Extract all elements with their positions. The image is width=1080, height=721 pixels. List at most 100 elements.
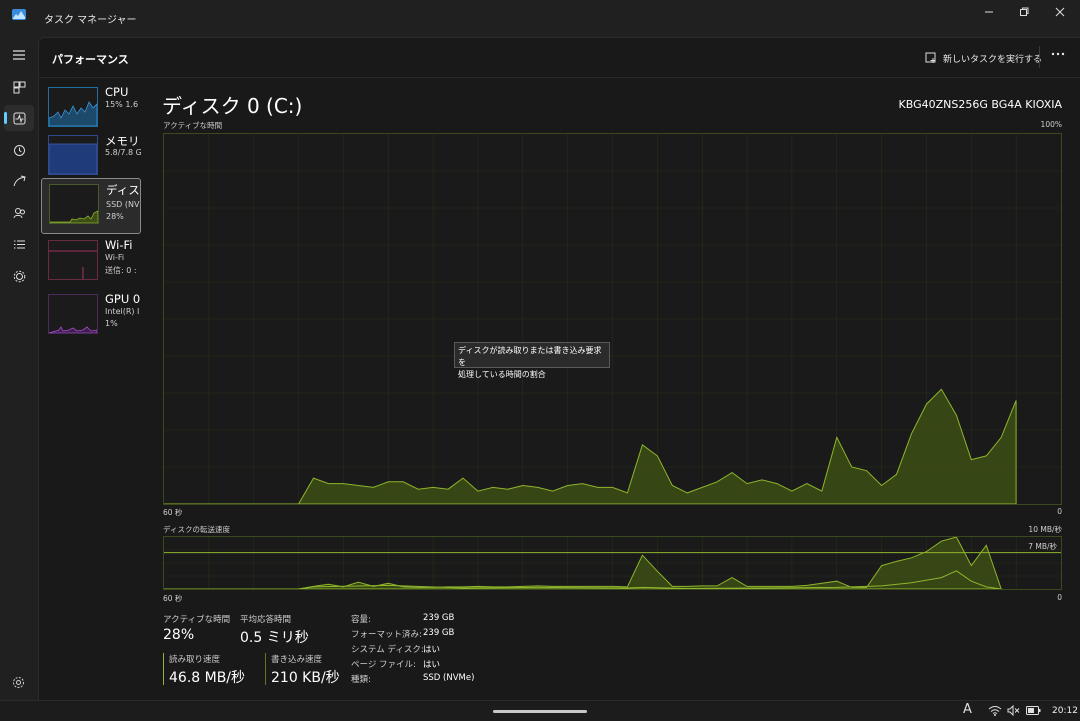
ime-indicator[interactable]: A <box>963 702 972 717</box>
device-detail: SSD (NV <box>106 200 140 209</box>
page-file-label: ページ ファイル: <box>351 660 416 670</box>
device-name: メモリ <box>105 134 140 148</box>
restore-icon <box>1020 7 1029 16</box>
device-usage: 28% <box>106 212 124 221</box>
response-time-label: 平均応答時間 <box>240 615 292 625</box>
more-icon <box>1051 52 1065 56</box>
menu-button[interactable] <box>4 42 34 68</box>
tooltip: ディスクが読み取りまたは書き込み要求を 処理している時間の割合 <box>454 342 610 379</box>
active-time-stat-label: アクティブな時間 <box>163 615 231 625</box>
device-detail: Wi-Fi <box>105 253 125 262</box>
gear-icon[interactable] <box>12 676 25 689</box>
nav-services[interactable] <box>4 263 34 289</box>
more-options-button[interactable] <box>1051 47 1065 65</box>
transfer-chart-label: ディスクの転送速度 <box>163 525 230 534</box>
navigation-rail <box>0 37 38 700</box>
device-detail: 5.8/7.8 G <box>105 148 141 157</box>
title-bar: タスク マネージャー <box>0 0 1080 37</box>
home-indicator[interactable] <box>493 710 587 713</box>
processes-icon <box>13 81 25 93</box>
window-title: タスク マネージャー <box>44 15 137 26</box>
device-usage: 送信: 0 : <box>105 266 137 275</box>
wifi-icon[interactable] <box>988 705 1002 716</box>
write-speed-label: 書き込み速度 <box>271 655 323 665</box>
transfer-x-left: 60 秒 <box>163 594 183 603</box>
read-speed-label: 読み取り速度 <box>169 655 221 665</box>
startup-icon <box>13 175 26 186</box>
active-time-chart <box>163 133 1062 505</box>
device-name: Wi-Fi <box>105 238 133 252</box>
battery-icon[interactable] <box>1026 706 1041 715</box>
device-disk[interactable]: ディスク SSD (NV 28% <box>41 178 141 234</box>
device-detail: 15% 1.6 <box>105 100 139 109</box>
transfer-max-label: 10 MB/秒 <box>1028 525 1062 534</box>
main-panel: パフォーマンス 新しいタスクを実行する CPU 15% 1.6 メモリ 5.8/… <box>38 37 1080 701</box>
nav-processes[interactable] <box>4 74 34 100</box>
capacity-value: 239 GB <box>423 613 455 623</box>
device-name: GPU 0 <box>105 292 141 306</box>
maximize-button[interactable] <box>1007 0 1041 24</box>
transfer-rate-chart: 7 MB/秒 <box>163 536 1062 590</box>
services-icon <box>13 270 25 282</box>
device-list: CPU 15% 1.6 メモリ 5.8/7.8 G ディスク SSD (NV 2… <box>41 82 141 382</box>
cpu-thumbnail <box>48 87 98 127</box>
new-task-icon <box>925 52 936 63</box>
disk-model: KBG40ZNS256G BG4A KIOXIA <box>898 98 1062 111</box>
volume-muted-icon[interactable] <box>1007 705 1021 716</box>
write-speed-indicator <box>265 653 266 685</box>
wifi-thumbnail <box>48 240 98 280</box>
active-time-max-label: 100% <box>1040 120 1062 129</box>
read-speed-indicator <box>163 653 164 685</box>
formatted-value: 239 GB <box>423 628 455 638</box>
device-usage: 1% <box>105 319 118 328</box>
run-new-task-button[interactable]: 新しいタスクを実行する <box>925 48 1042 68</box>
clock[interactable]: 20:12 <box>1052 706 1078 716</box>
nav-app-history[interactable] <box>4 137 34 163</box>
nav-performance[interactable] <box>4 105 34 131</box>
header-divider <box>1039 46 1040 68</box>
page-title: パフォーマンス <box>52 53 129 66</box>
nav-startup[interactable] <box>4 168 34 194</box>
close-icon <box>1055 7 1065 17</box>
device-gpu[interactable]: GPU 0 Intel(R) I 1% <box>41 289 141 345</box>
device-detail: Intel(R) I <box>105 307 140 316</box>
close-button[interactable] <box>1043 0 1077 24</box>
device-name: ディスク <box>106 183 141 197</box>
task-manager-app-icon <box>12 9 26 20</box>
transfer-rate-chart-svg <box>164 536 1061 590</box>
minimize-icon <box>985 11 993 13</box>
active-time-stat-value: 28% <box>163 627 195 643</box>
write-speed-value: 210 KB/秒 <box>271 670 340 686</box>
transfer-x-right: 0 <box>1057 593 1062 602</box>
device-name: CPU <box>105 85 129 99</box>
memory-thumbnail <box>48 135 98 175</box>
type-value: SSD (NVMe) <box>423 673 475 683</box>
tooltip-line: ディスクが読み取りまたは書き込み要求を <box>458 346 602 367</box>
disk-thumbnail <box>49 184 99 224</box>
minimize-button[interactable] <box>972 0 1006 24</box>
capacity-label: 容量: <box>351 615 371 625</box>
response-time-value: 0.5 ミリ秒 <box>240 630 309 646</box>
app-history-icon <box>13 144 25 156</box>
gpu-thumbnail <box>48 294 98 334</box>
type-label: 種類: <box>351 675 371 685</box>
active-time-x-left: 60 秒 <box>163 508 183 517</box>
transfer-reference-label: 7 MB/秒 <box>1028 542 1057 551</box>
device-wifi[interactable]: Wi-Fi Wi-Fi 送信: 0 : <box>41 235 141 291</box>
nav-users[interactable] <box>4 200 34 226</box>
system-disk-value: はい <box>423 645 441 655</box>
active-time-area <box>164 388 1017 505</box>
users-icon <box>13 207 25 218</box>
performance-icon <box>13 112 25 124</box>
formatted-label: フォーマット済み: <box>351 630 422 640</box>
read-speed-value: 46.8 MB/秒 <box>169 670 246 686</box>
active-time-x-right: 0 <box>1057 507 1062 516</box>
page-file-value: はい <box>423 660 441 670</box>
nav-details[interactable] <box>4 231 34 257</box>
tooltip-line: 処理している時間の割合 <box>458 370 546 379</box>
active-time-chart-label: アクティブな時間 <box>163 121 223 130</box>
taskbar: A 20:12 <box>0 700 1080 721</box>
system-disk-label: システム ディスク: <box>351 645 424 655</box>
active-time-chart-svg <box>164 134 1061 505</box>
page-header: パフォーマンス 新しいタスクを実行する <box>39 38 1080 78</box>
